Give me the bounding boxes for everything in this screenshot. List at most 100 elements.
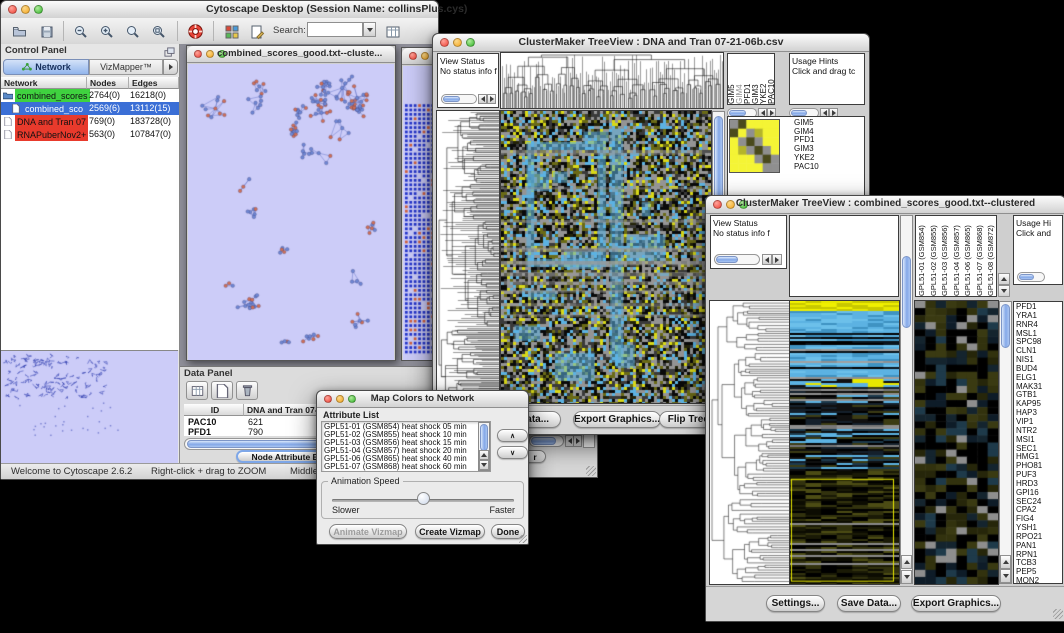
search-input[interactable] bbox=[307, 22, 363, 37]
tab-network[interactable]: Network bbox=[3, 59, 89, 75]
grid-network-title-bar[interactable] bbox=[402, 48, 436, 65]
delete-attribute-button[interactable] bbox=[236, 381, 258, 400]
column-header[interactable]: ID bbox=[184, 404, 244, 416]
zoom-selected-button[interactable] bbox=[147, 20, 171, 43]
column-label[interactable]: PAC10 bbox=[768, 54, 775, 104]
resize-grip[interactable] bbox=[519, 535, 527, 543]
main-vscrollbar[interactable] bbox=[900, 215, 913, 584]
attribute-item[interactable]: GPL51-07 (GSM868) heat shock 60 min bbox=[324, 463, 490, 471]
network-view-title-bar[interactable]: combined_scores_good.txt--cluste... bbox=[187, 46, 395, 63]
main-title-bar[interactable]: Cytoscape Desktop (Session Name: collins… bbox=[1, 1, 438, 19]
create-vizmap-button[interactable]: Create Vizmap bbox=[415, 524, 485, 539]
column-label[interactable]: GPL51-07 (GSM868) bbox=[974, 216, 986, 296]
heatmap-canvas[interactable] bbox=[501, 111, 711, 403]
scroll-up-button[interactable] bbox=[901, 555, 912, 569]
network-canvas[interactable] bbox=[188, 64, 394, 360]
gene-list-vscrollbar[interactable] bbox=[999, 301, 1012, 584]
column-dendrogram[interactable] bbox=[501, 53, 723, 108]
column-label[interactable]: GIM3 bbox=[752, 54, 760, 104]
treeview1-title-bar[interactable]: ClusterMaker TreeView : DNA and Tran 07-… bbox=[433, 34, 869, 52]
close-button[interactable] bbox=[8, 5, 17, 14]
row-value[interactable]: 621 bbox=[248, 417, 263, 427]
column-label[interactable]: PFD1 bbox=[744, 54, 752, 104]
column-header[interactable]: Edges bbox=[129, 77, 179, 89]
attribute-list-vscrollbar[interactable] bbox=[478, 422, 490, 471]
export-graphics-button[interactable]: Export Graphics... bbox=[573, 411, 661, 428]
save-session-button[interactable] bbox=[35, 20, 59, 43]
row-label[interactable]: PAC10 bbox=[794, 163, 819, 172]
scroll-right-button[interactable] bbox=[772, 254, 782, 265]
scroll-right-button[interactable] bbox=[573, 435, 582, 447]
export-graphics-button[interactable]: Export Graphics... bbox=[911, 595, 1001, 612]
column-label[interactable]: GIM5 bbox=[728, 54, 736, 104]
scrollbar-thumb[interactable] bbox=[1019, 274, 1034, 280]
column-label[interactable]: GPL51-08 (GSM872) bbox=[985, 216, 997, 296]
close-button[interactable] bbox=[409, 52, 417, 60]
attribute-table-button[interactable] bbox=[381, 20, 405, 43]
minimize-button[interactable] bbox=[21, 5, 30, 14]
tab-vizmapper[interactable]: VizMapper™ bbox=[89, 59, 163, 75]
view-status-hscrollbar[interactable] bbox=[714, 254, 760, 265]
help-button[interactable] bbox=[183, 20, 207, 43]
row-id[interactable]: PFD1 bbox=[188, 427, 211, 437]
scrollbar-thumb[interactable] bbox=[443, 96, 460, 102]
column-label[interactable]: YKE2 bbox=[760, 54, 768, 104]
usage-hints-hscrollbar[interactable] bbox=[1017, 272, 1045, 282]
scroll-down-button[interactable] bbox=[998, 285, 1010, 297]
minimize-button[interactable] bbox=[421, 52, 429, 60]
view-status-hscrollbar[interactable] bbox=[441, 94, 477, 104]
new-attribute-button[interactable] bbox=[211, 381, 233, 400]
network-row-dna-tran[interactable]: DNA and Tran 07 769(0) 183728(0) bbox=[1, 115, 179, 128]
row-dendrogram[interactable] bbox=[437, 111, 499, 403]
scroll-up-button[interactable] bbox=[1000, 555, 1011, 569]
column-dendrogram-panel[interactable] bbox=[789, 215, 899, 297]
zoom-heatmap-canvas[interactable] bbox=[915, 301, 998, 584]
column-label[interactable]: GPL51-03 (GSM856) bbox=[939, 216, 951, 296]
column-header[interactable]: Network bbox=[1, 77, 87, 89]
move-down-button[interactable]: ∨ bbox=[497, 446, 528, 459]
resize-grip[interactable] bbox=[586, 466, 596, 476]
birdseye-view[interactable] bbox=[1, 350, 178, 463]
column-header[interactable]: Nodes bbox=[87, 77, 129, 89]
scrollbar-thumb[interactable] bbox=[480, 424, 488, 451]
network-row-selected[interactable]: combined_sco 2569(6) 13112(15) bbox=[1, 102, 179, 115]
resize-grip[interactable] bbox=[1053, 609, 1063, 619]
zoom-in-button[interactable] bbox=[95, 20, 119, 43]
scroll-up-button[interactable] bbox=[998, 273, 1010, 285]
column-label[interactable]: GIM4 bbox=[736, 54, 744, 104]
row-id[interactable]: PAC10 bbox=[188, 417, 216, 427]
open-session-button[interactable] bbox=[7, 20, 31, 43]
annotation-button[interactable] bbox=[245, 20, 269, 43]
speed-slider-thumb[interactable] bbox=[417, 492, 430, 505]
scroll-left-button[interactable] bbox=[762, 254, 772, 265]
scroll-down-button[interactable] bbox=[901, 570, 912, 584]
heatmap-canvas[interactable] bbox=[790, 301, 899, 584]
column-label[interactable]: GPL51-01 (GSM854) bbox=[916, 216, 928, 296]
column-label[interactable]: GPL51-04 (GSM857) bbox=[951, 216, 963, 296]
grid-network-canvas[interactable] bbox=[403, 66, 435, 360]
close-button[interactable] bbox=[194, 50, 202, 58]
dialog-title-bar[interactable]: Map Colors to Network bbox=[317, 391, 528, 408]
save-data-button[interactable]: Save Data... bbox=[837, 595, 901, 612]
scroll-down-button[interactable] bbox=[1000, 569, 1011, 583]
search-dropdown-button[interactable] bbox=[363, 22, 376, 37]
scroll-up-button[interactable] bbox=[479, 450, 489, 460]
column-label[interactable]: GPL51-06 (GSM865) bbox=[962, 216, 974, 296]
row-dendrogram[interactable] bbox=[710, 301, 789, 584]
move-up-button[interactable]: ∧ bbox=[497, 429, 528, 442]
scrollbar-thumb[interactable] bbox=[531, 437, 556, 445]
settings-button[interactable]: Settings... bbox=[766, 595, 825, 612]
scrollbar-thumb[interactable] bbox=[1001, 304, 1010, 348]
window-controls[interactable] bbox=[8, 5, 43, 14]
network-row-rnapubernov2[interactable]: RNAPuberNov2+ 563(0) 107847(0) bbox=[1, 128, 179, 141]
zoom-button[interactable] bbox=[34, 5, 43, 14]
fragment-hscrollbar[interactable] bbox=[529, 435, 564, 447]
treeview2-title-bar[interactable]: ClusterMaker TreeView : combined_scores_… bbox=[706, 196, 1064, 214]
tab-overflow-button[interactable] bbox=[163, 59, 178, 75]
minimize-button[interactable] bbox=[206, 50, 214, 58]
attribute-list[interactable]: GPL51-01 (GSM854) heat shock 05 minGPL51… bbox=[321, 421, 491, 472]
scroll-down-button[interactable] bbox=[479, 460, 489, 470]
scroll-left-button[interactable] bbox=[478, 94, 487, 104]
gene-label[interactable]: MON2 bbox=[1016, 577, 1062, 584]
zoom-out-button[interactable] bbox=[69, 20, 93, 43]
